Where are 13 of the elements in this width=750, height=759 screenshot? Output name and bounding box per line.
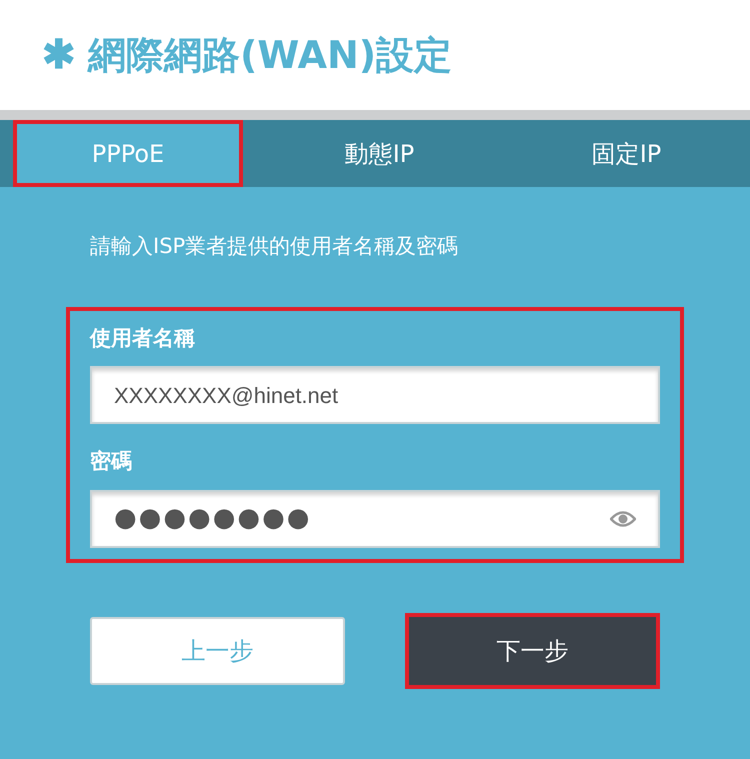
tab[interactable]: PPPoE [13, 120, 243, 187]
field-value: XXXXXXXX@hinet.net [114, 382, 338, 410]
field-label: 使用者名稱 [90, 324, 196, 352]
field-label: 密碼 [90, 448, 133, 475]
input-field[interactable]: XXXXXXXX@hinet.net [90, 366, 660, 424]
page-title: 網際網路(WAN)設定 [88, 32, 452, 78]
input-field[interactable]: ●●●●●●●● [90, 490, 660, 548]
instruction-text: 請輸入ISP業者提供的使用者名稱及密碼 [89, 233, 460, 260]
password-value: ●●●●●●●● [114, 502, 312, 535]
eye-icon[interactable] [610, 510, 636, 528]
back-button[interactable]: 上一步 [90, 616, 345, 684]
asterisk-icon: ✱ [42, 35, 76, 75]
next-button[interactable]: 下一步 [405, 612, 660, 688]
